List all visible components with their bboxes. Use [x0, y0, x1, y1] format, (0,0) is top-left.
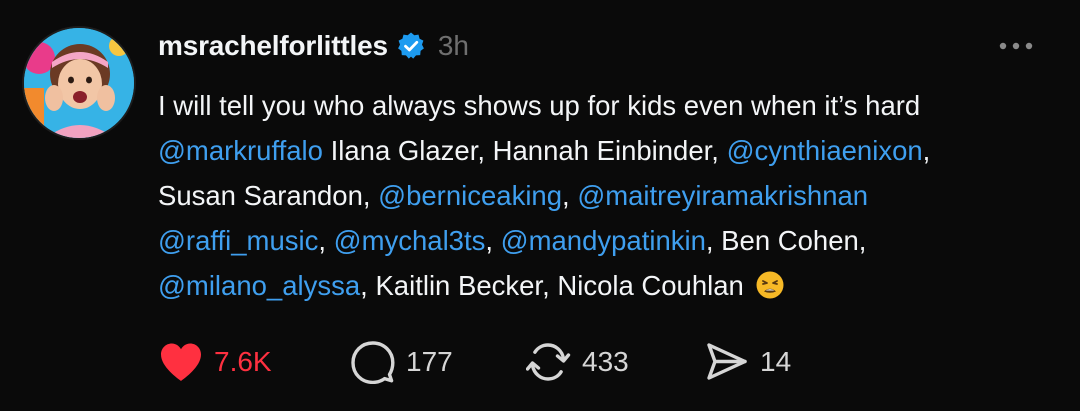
- avatar-image: [24, 28, 134, 138]
- username[interactable]: msrachelforlittles: [158, 30, 388, 62]
- share-button[interactable]: 14: [704, 340, 791, 384]
- post-text: I will tell you who always shows up for …: [158, 90, 921, 121]
- more-options-button[interactable]: [996, 28, 1036, 64]
- heart-icon: [161, 343, 201, 381]
- post-body-line: Susan Sarandon, @berniceaking, @maitreyi…: [158, 173, 1038, 218]
- post-body-line: @milano_alyssa, Kaitlin Becker, Nicola C…: [158, 263, 1038, 308]
- more-icon: [999, 42, 1033, 50]
- avatar[interactable]: [22, 26, 136, 140]
- post-time: 3h: [437, 30, 469, 61]
- post-text: ,: [485, 225, 501, 256]
- mention-link[interactable]: @cynthiaenixon: [727, 135, 923, 166]
- mention-link[interactable]: @markruffalo: [158, 135, 323, 166]
- mention-link[interactable]: @maitreyiramakrishnan: [577, 180, 868, 211]
- mention-link[interactable]: @mychal3ts: [334, 225, 486, 256]
- post-text: , Ben Cohen,: [705, 225, 867, 256]
- reply-count: 177: [406, 346, 453, 377]
- post-body-line: I will tell you who always shows up for …: [158, 83, 1038, 128]
- action-bar: 7.6K 177 433 14: [158, 336, 791, 388]
- reply-button[interactable]: 177: [350, 340, 526, 384]
- post-text: Ilana Glazer, Hannah Einbinder,: [322, 135, 727, 166]
- post-text: ,: [922, 135, 931, 166]
- weary-face-emoji: [756, 271, 784, 299]
- verified-badge-icon: [396, 31, 426, 61]
- like-count: 7.6K: [214, 346, 272, 377]
- mention-link[interactable]: @mandypatinkin: [501, 225, 706, 256]
- post-text: Susan Sarandon,: [158, 180, 379, 211]
- post-header: msrachelforlittles 3h: [158, 26, 469, 66]
- like-button[interactable]: 7.6K: [158, 341, 350, 383]
- post-text: ,: [318, 225, 334, 256]
- post-body-line: @markruffalo Ilana Glazer, Hannah Einbin…: [158, 128, 1038, 173]
- share-count: 14: [760, 346, 792, 377]
- share-icon: [707, 343, 747, 380]
- post-card: msrachelforlittles 3h I will tell you wh…: [0, 0, 1080, 411]
- post-body-line: @raffi_music, @mychal3ts, @mandypatinkin…: [158, 218, 1038, 263]
- post-body: I will tell you who always shows up for …: [158, 83, 1038, 308]
- post-text: , Kaitlin Becker, Nicola Couhlan: [360, 270, 744, 301]
- post-text: ,: [562, 180, 578, 211]
- reply-icon: [351, 341, 395, 384]
- repost-count: 433: [582, 346, 629, 377]
- repost-button[interactable]: 433: [526, 340, 704, 384]
- mention-link[interactable]: @berniceaking: [378, 180, 562, 211]
- mention-link[interactable]: @raffi_music: [158, 225, 318, 256]
- repost-icon: [526, 343, 571, 381]
- mention-link[interactable]: @milano_alyssa: [158, 270, 360, 301]
